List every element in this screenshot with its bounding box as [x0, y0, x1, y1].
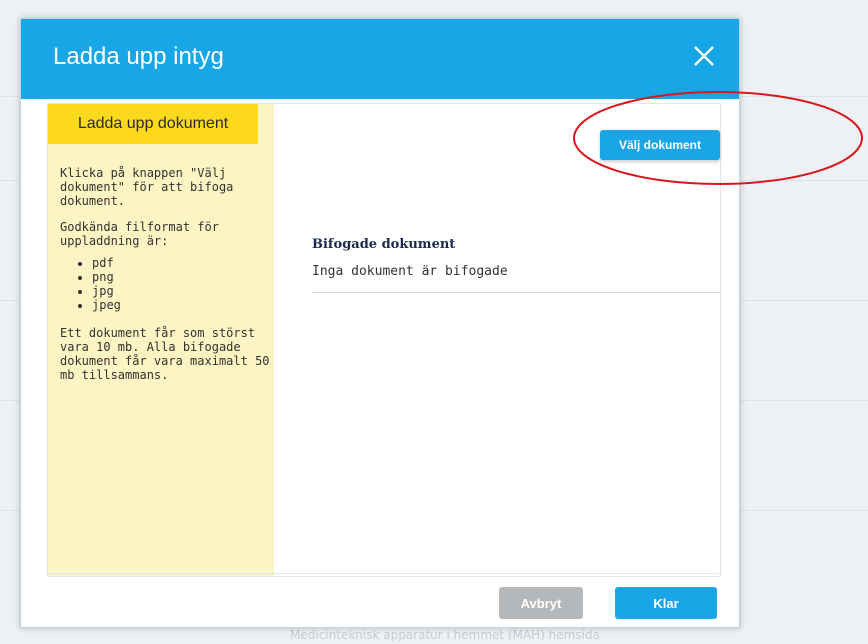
- format-item: jpeg: [92, 298, 270, 312]
- close-button[interactable]: [687, 39, 721, 73]
- background-footer-text: Medicinteknisk apparatur i hemmet (MAH) …: [290, 628, 600, 642]
- format-item: jpg: [92, 284, 270, 298]
- dialog-title: Ladda upp intyg: [53, 43, 224, 70]
- close-icon: [694, 46, 714, 66]
- choose-document-button[interactable]: Välj dokument: [600, 130, 720, 160]
- format-item: pdf: [92, 256, 270, 270]
- upload-certificate-dialog: Ladda upp intyg Ladda upp dokument Klick…: [20, 18, 740, 628]
- help-intro: Klicka på knappen "Välj dokument" för at…: [60, 166, 234, 208]
- cancel-button[interactable]: Avbryt: [499, 587, 583, 619]
- formats-list: pdf png jpg jpeg: [60, 256, 270, 312]
- footer-divider: [47, 573, 719, 574]
- formats-intro: Godkända filformat för uppladdning är:: [60, 220, 219, 248]
- attached-documents-empty: Inga dokument är bifogade: [312, 264, 508, 279]
- attached-documents-title: Bifogade dokument: [312, 237, 456, 252]
- attached-divider: [312, 292, 720, 293]
- help-panel-content: Klicka på knappen "Välj dokument" för at…: [60, 166, 270, 394]
- size-limits: Ett dokument får som störst vara 10 mb. …: [60, 326, 270, 382]
- dialog-body: Ladda upp dokument Klicka på knappen "Vä…: [47, 103, 721, 577]
- format-item: png: [92, 270, 270, 284]
- dialog-header: Ladda upp intyg: [21, 19, 739, 99]
- done-button[interactable]: Klar: [615, 587, 717, 619]
- help-panel-heading: Ladda upp dokument: [48, 104, 258, 144]
- help-panel: Ladda upp dokument Klicka på knappen "Vä…: [48, 104, 274, 576]
